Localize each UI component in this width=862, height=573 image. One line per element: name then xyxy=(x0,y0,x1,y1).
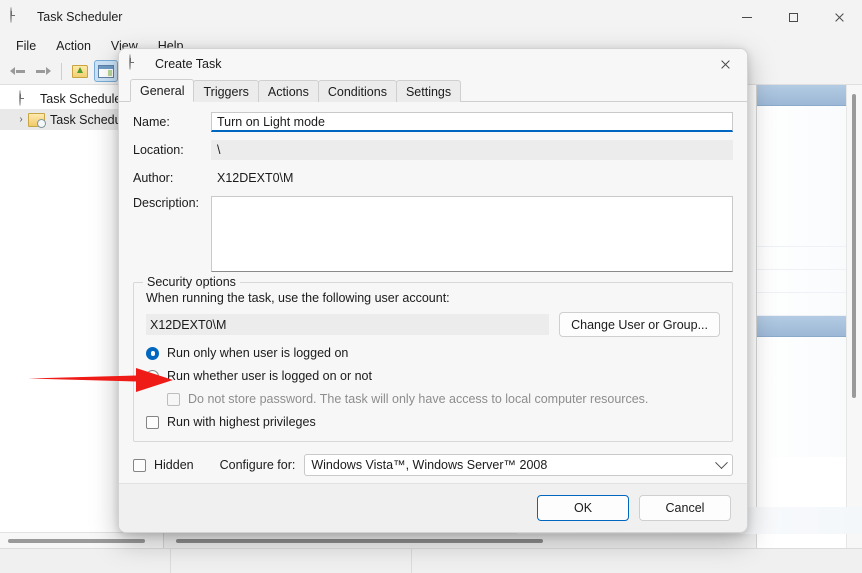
maximize-icon xyxy=(788,12,798,22)
dialog-title: Create Task xyxy=(155,57,222,71)
tab-actions[interactable]: Actions xyxy=(257,80,319,102)
security-prompt: When running the task, use the following… xyxy=(146,291,450,305)
security-options-group: Security options When running the task, … xyxy=(133,275,733,442)
arrow-right-icon xyxy=(35,65,51,77)
show-hide-console-tree-button[interactable] xyxy=(94,60,118,82)
chevron-right-icon[interactable]: › xyxy=(14,114,28,125)
clock-icon xyxy=(19,89,35,107)
tree-horizontal-scrollbar[interactable] xyxy=(0,532,163,548)
status-cell-1 xyxy=(0,549,171,573)
radio-icon-unselected[interactable] xyxy=(146,369,159,383)
minimize-button[interactable] xyxy=(724,0,770,34)
window-title: Task Scheduler xyxy=(37,10,123,24)
menu-action[interactable]: Action xyxy=(46,36,101,56)
radio-icon-selected[interactable] xyxy=(146,346,159,360)
checkbox-label: Run with highest privileges xyxy=(167,415,316,429)
dialog-tabs: General Triggers Actions Conditions Sett… xyxy=(119,79,747,102)
name-input[interactable] xyxy=(211,112,733,132)
window-controls xyxy=(724,0,862,34)
menu-file[interactable]: File xyxy=(6,36,46,56)
bottom-options-row: Hidden Configure for: Windows Vista™, Wi… xyxy=(133,454,733,476)
chevron-down-icon xyxy=(715,455,728,469)
status-bar xyxy=(0,548,862,573)
dialog-body: Name: Location: Author: Description: Sec… xyxy=(119,102,747,483)
actions-vertical-scrollbar[interactable] xyxy=(846,85,862,548)
change-user-or-group-button[interactable]: Change User or Group... xyxy=(559,312,720,337)
clock-icon xyxy=(129,54,147,73)
radio-label: Run whether user is logged on or not xyxy=(167,369,372,383)
list-horizontal-scrollbar[interactable] xyxy=(164,532,756,548)
pane-toggle-icon xyxy=(98,64,114,78)
create-task-dialog: Create Task General Triggers Actions Con… xyxy=(118,48,748,533)
tab-triggers[interactable]: Triggers xyxy=(193,80,259,102)
configure-for-dropdown[interactable]: Windows Vista™, Windows Server™ 2008 xyxy=(304,454,733,476)
radio-run-whether-logged-on-or-not[interactable]: Run whether user is logged on or not xyxy=(146,369,720,383)
description-field-row: Description: xyxy=(133,196,733,272)
minimize-icon xyxy=(742,16,752,18)
close-button[interactable] xyxy=(816,0,862,34)
close-icon xyxy=(720,59,731,70)
name-field-row: Name: xyxy=(133,112,733,132)
hidden-checkbox-icon[interactable] xyxy=(133,458,146,472)
security-options-legend: Security options xyxy=(143,275,240,289)
main-titlebar: Task Scheduler xyxy=(0,0,862,34)
author-value xyxy=(211,168,733,188)
hidden-checkbox-label[interactable]: Hidden xyxy=(154,458,194,472)
dialog-titlebar: Create Task xyxy=(119,49,747,79)
ok-button[interactable]: OK xyxy=(537,495,629,521)
dialog-footer: OK Cancel xyxy=(119,483,747,532)
tab-conditions[interactable]: Conditions xyxy=(317,80,397,102)
arrow-left-icon xyxy=(9,65,25,77)
configure-for-label: Configure for: xyxy=(219,458,296,472)
maximize-button[interactable] xyxy=(770,0,816,34)
checkbox-icon-disabled xyxy=(167,392,180,406)
checkbox-label: Do not store password. The task will onl… xyxy=(188,392,649,406)
close-icon xyxy=(834,12,845,23)
description-label: Description: xyxy=(133,196,199,210)
tab-settings[interactable]: Settings xyxy=(395,80,462,102)
tab-general[interactable]: General xyxy=(130,79,195,102)
dialog-close-button[interactable] xyxy=(703,49,747,79)
checkbox-icon[interactable] xyxy=(146,415,159,429)
actions-pane xyxy=(757,85,862,548)
radio-run-only-when-logged-on[interactable]: Run only when user is logged on xyxy=(146,346,720,360)
checkbox-do-not-store-password: Do not store password. The task will onl… xyxy=(167,392,720,406)
description-textarea[interactable] xyxy=(211,196,733,272)
toolbar-separator-1 xyxy=(61,62,62,80)
name-label: Name: xyxy=(133,115,170,129)
location-field-row: Location: xyxy=(133,140,733,160)
account-row: X12DEXT0\M Change User or Group... xyxy=(146,312,720,337)
location-input xyxy=(211,140,733,160)
forward-button[interactable] xyxy=(31,60,55,82)
author-label: Author: xyxy=(133,171,174,185)
radio-label: Run only when user is logged on xyxy=(167,346,349,360)
configure-for-value: Windows Vista™, Windows Server™ 2008 xyxy=(311,458,548,472)
cancel-button[interactable]: Cancel xyxy=(639,495,731,521)
clock-icon xyxy=(10,7,28,26)
back-button[interactable] xyxy=(5,60,29,82)
author-field-row: Author: xyxy=(133,168,733,188)
status-cell-2 xyxy=(171,549,412,573)
user-account-value: X12DEXT0\M xyxy=(146,314,550,335)
folder-clock-icon xyxy=(28,112,46,128)
folder-up-icon xyxy=(72,64,88,78)
checkbox-run-with-highest-privileges[interactable]: Run with highest privileges xyxy=(146,415,720,429)
location-label: Location: xyxy=(133,143,184,157)
up-one-level-button[interactable] xyxy=(68,60,92,82)
